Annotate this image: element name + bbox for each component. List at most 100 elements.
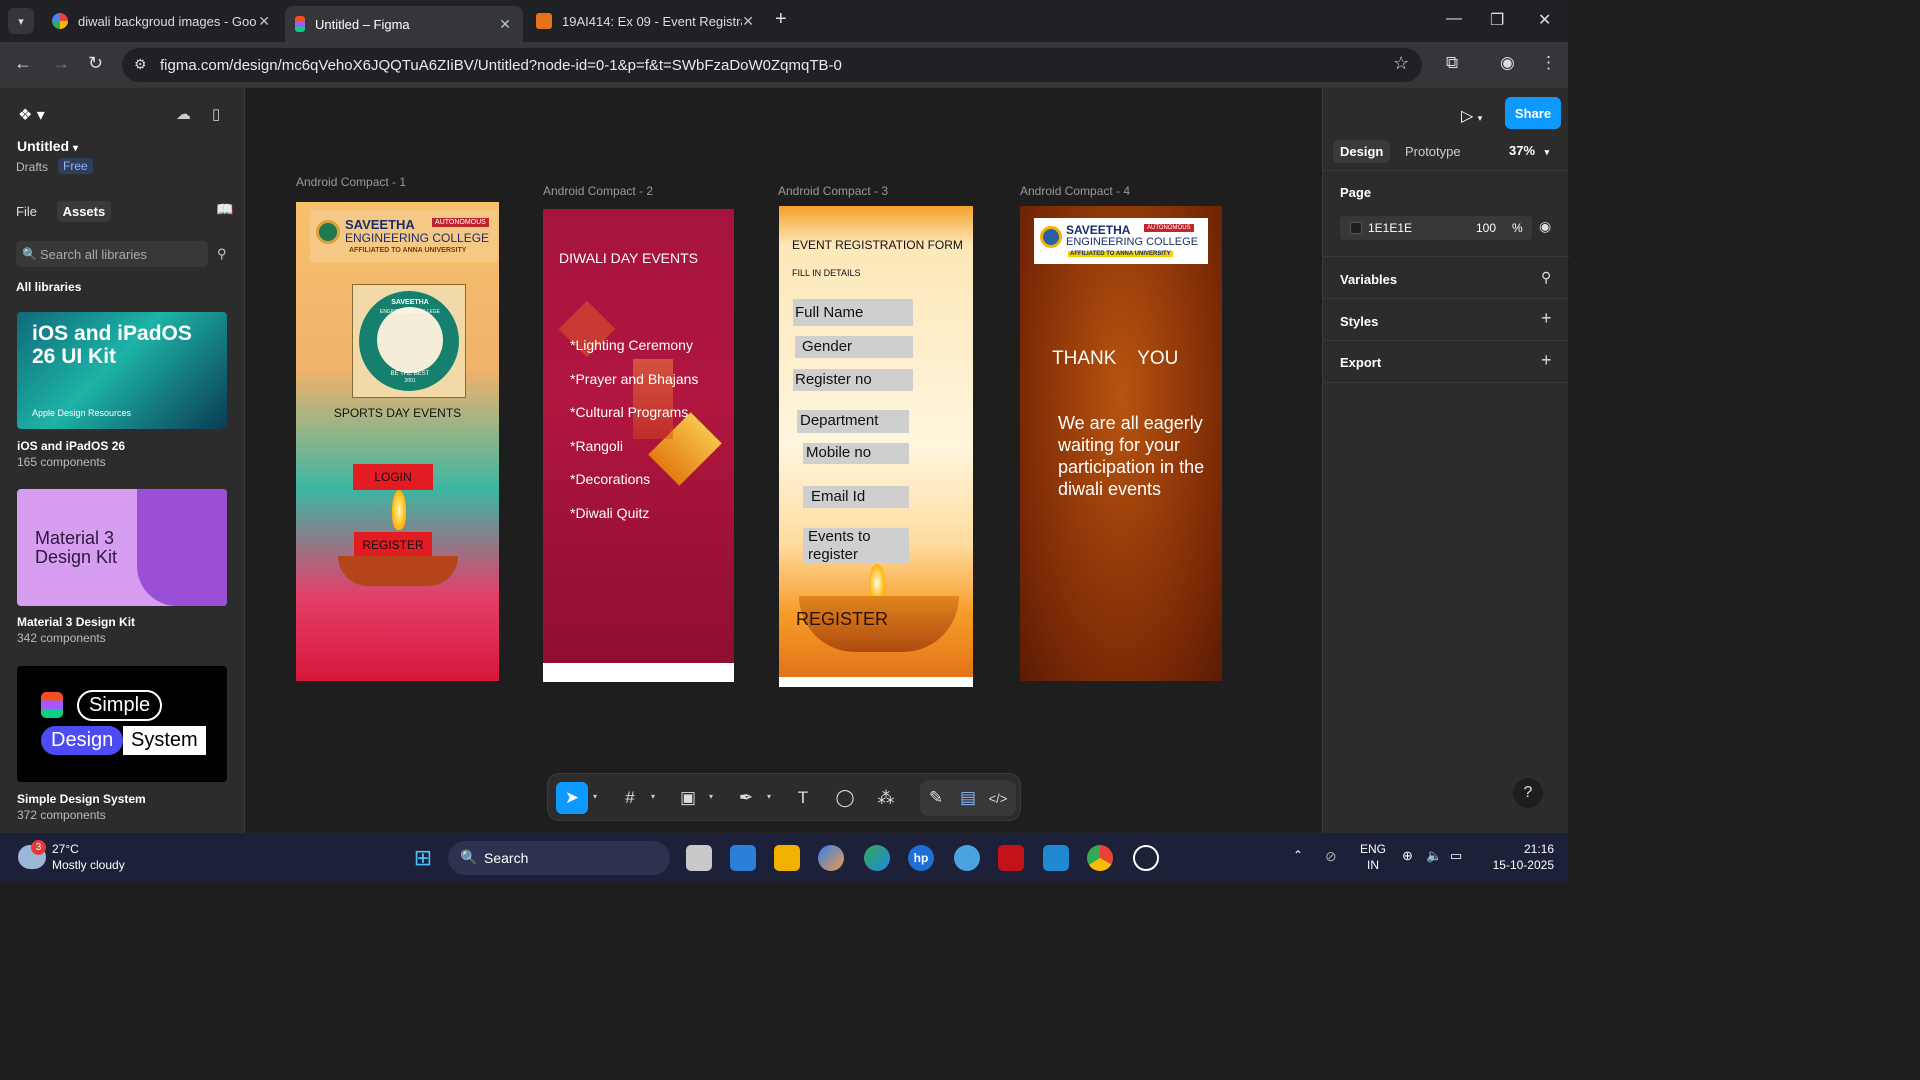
extensions-icon[interactable]: ⧉ (1446, 53, 1458, 73)
move-tool-icon[interactable]: ➤ (556, 782, 588, 814)
design-mode-icon[interactable]: ▤ (952, 782, 984, 814)
share-button[interactable]: Share (1505, 97, 1561, 129)
full-name-field[interactable]: Full Name (793, 299, 913, 326)
frame-label[interactable]: Android Compact - 3 (778, 184, 888, 198)
clock[interactable]: 21:16 15-10-2025 (1484, 841, 1554, 873)
reload-icon[interactable]: ↻ (88, 53, 103, 74)
frame-label[interactable]: Android Compact - 4 (1020, 184, 1130, 198)
filter-icon[interactable]: ⚲ (217, 246, 227, 262)
image-tool-icon[interactable]: ▣ (672, 782, 704, 814)
battery-icon[interactable]: ▭ (1450, 848, 1462, 864)
bookmark-star-icon[interactable]: ☆ (1393, 53, 1409, 74)
language-indicator[interactable]: ENG IN (1360, 841, 1386, 873)
add-export-icon[interactable]: + (1541, 350, 1552, 371)
windows-start-icon[interactable]: ⊞ (410, 845, 436, 871)
address-bar[interactable]: figma.com/design/mc6qVehoX6JQQTuA6ZIiBV/… (122, 48, 1422, 82)
tab-file[interactable]: File (16, 201, 43, 222)
chevron-down-icon[interactable]: ▾ (709, 792, 713, 801)
profile-icon[interactable]: ◉ (1500, 53, 1515, 73)
restore-icon[interactable]: ❐ (1490, 10, 1504, 30)
library-thumbnail[interactable]: Material 3 Design Kit (17, 489, 227, 606)
copilot-icon[interactable] (818, 845, 844, 871)
frame-label[interactable]: Android Compact - 1 (296, 175, 406, 189)
library-book-icon[interactable]: 📖 (216, 201, 233, 218)
store-icon[interactable] (730, 845, 756, 871)
chevron-up-icon[interactable]: ⌃ (1293, 848, 1303, 862)
minimize-icon[interactable]: — (1446, 10, 1462, 28)
styles-section[interactable]: Styles (1340, 314, 1378, 329)
android-frame-3[interactable]: EVENT REGISTRATION FORM FILL IN DETAILS … (779, 206, 973, 687)
color-swatch[interactable] (1350, 222, 1362, 234)
hp-support-icon[interactable] (954, 845, 980, 871)
tab-design[interactable]: Design (1333, 140, 1391, 163)
actions-tool-icon[interactable]: ⁂ (870, 782, 902, 814)
site-info-icon[interactable]: ⚙ (134, 56, 147, 73)
browser-tab-active[interactable]: Untitled – Figma ✕ (285, 6, 523, 42)
back-icon[interactable]: ← (14, 53, 32, 74)
chevron-down-icon[interactable]: ▾ (651, 792, 655, 801)
department-field[interactable]: Department (797, 410, 909, 433)
library-name[interactable]: Material 3 Design Kit (17, 615, 135, 629)
file-title[interactable]: Untitled ▾ (17, 138, 78, 154)
frame-label[interactable]: Android Compact - 2 (543, 184, 653, 198)
window-close-icon[interactable]: ✕ (1538, 10, 1551, 30)
zoom-level[interactable]: 37% ▾ (1509, 143, 1549, 158)
mobile-no-field[interactable]: Mobile no (803, 443, 909, 464)
drafts-label[interactable]: Drafts (16, 160, 48, 174)
task-view-icon[interactable] (686, 845, 712, 871)
comment-tool-icon[interactable]: ◯ (829, 782, 861, 814)
browser-tab[interactable]: 19AI414: Ex 09 - Event Registrat ✕ (526, 6, 766, 36)
login-button[interactable]: LOGIN (353, 464, 433, 490)
edge-icon[interactable] (864, 845, 890, 871)
tab-search-button[interactable]: ▾ (8, 8, 34, 34)
volume-icon[interactable]: 🔈 (1426, 848, 1442, 864)
tab-assets[interactable]: Assets (56, 201, 112, 222)
chevron-down-icon[interactable]: ▾ (767, 792, 771, 801)
gender-field[interactable]: Gender (795, 336, 913, 358)
library-thumbnail[interactable]: iOS and iPadOS 26 UI Kit Apple Design Re… (17, 312, 227, 429)
menu-icon[interactable]: ⋮ (1540, 53, 1557, 73)
chatgpt-icon[interactable] (1133, 845, 1159, 871)
cloud-icon[interactable]: ☁ (176, 105, 191, 123)
visibility-eye-icon[interactable]: ◉ (1539, 218, 1551, 235)
text-tool-icon[interactable]: T (787, 782, 819, 814)
sidebar-toggle-icon[interactable]: ▯ (212, 105, 220, 123)
variables-settings-icon[interactable]: ⚲ (1541, 269, 1551, 286)
page-opacity-value[interactable]: 100 (1476, 221, 1496, 235)
draw-mode-icon[interactable]: ✎ (920, 782, 952, 814)
file-explorer-icon[interactable] (774, 845, 800, 871)
close-icon[interactable]: ✕ (258, 13, 270, 30)
figma-menu-icon[interactable]: ❖ ▾ (18, 105, 45, 125)
forward-icon[interactable]: → (52, 53, 70, 74)
browser-tab[interactable]: diwali backgroud images - Goo ✕ (42, 6, 282, 36)
android-frame-4[interactable]: SAVEETHA ENGINEERING COLLEGE AUTONOMOUS … (1020, 206, 1222, 681)
new-tab-button[interactable]: + (775, 8, 787, 31)
dev-mode-icon[interactable]: </> (982, 782, 1014, 814)
weather-widget[interactable]: 27°C Mostly cloudy (52, 841, 125, 873)
email-field[interactable]: Email Id (803, 486, 909, 508)
chevron-down-icon[interactable]: ▾ (593, 792, 597, 801)
vscode-icon[interactable] (1043, 845, 1069, 871)
library-thumbnail[interactable]: Simple Design System (17, 666, 227, 782)
design-canvas[interactable]: Android Compact - 1 SAVEETHA ENGINEERING… (246, 88, 1322, 833)
network-icon[interactable]: ⊕ (1402, 848, 1413, 864)
close-icon[interactable]: ✕ (742, 13, 754, 30)
add-style-icon[interactable]: + (1541, 308, 1552, 329)
chrome-icon[interactable] (1087, 845, 1113, 871)
close-icon[interactable]: ✕ (499, 16, 511, 33)
hp-icon[interactable]: hp (908, 845, 934, 871)
mcafee-icon[interactable] (998, 845, 1024, 871)
search-input[interactable]: Search all libraries (16, 241, 208, 267)
taskbar-search[interactable]: Search (448, 841, 670, 875)
pen-tool-icon[interactable]: ✒ (730, 782, 762, 814)
frame-tool-icon[interactable]: # (614, 782, 646, 814)
events-field[interactable]: Events to register (803, 528, 909, 564)
frame3-register-button[interactable]: REGISTER (796, 609, 888, 630)
help-button[interactable]: ? (1513, 778, 1543, 808)
library-name[interactable]: Simple Design System (17, 792, 146, 806)
register-no-field[interactable]: Register no (793, 369, 913, 391)
camera-off-icon[interactable]: ⊘ (1325, 848, 1337, 865)
page-color-field[interactable]: 1E1E1E 100 % (1340, 216, 1532, 240)
variables-section[interactable]: Variables (1340, 272, 1397, 287)
android-frame-1[interactable]: SAVEETHA ENGINEERING COLLEGE AUTONOMOUS … (296, 202, 499, 681)
